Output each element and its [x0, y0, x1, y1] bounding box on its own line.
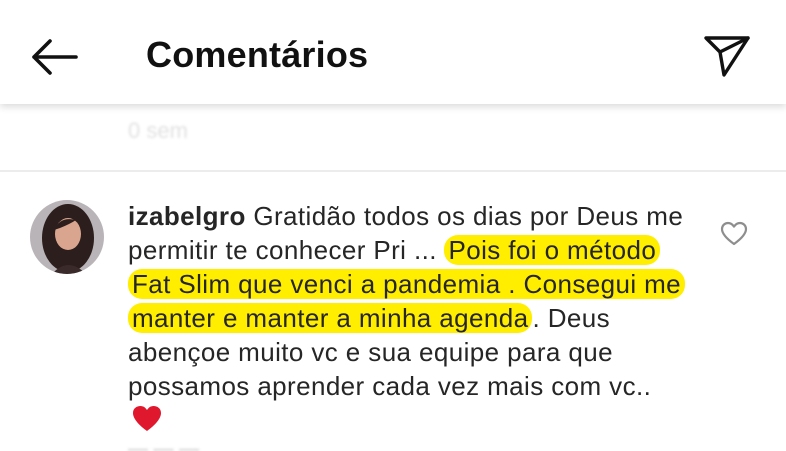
page-title: Comentários — [146, 34, 369, 75]
heart-outline-icon — [720, 221, 748, 247]
share-button[interactable] — [700, 30, 754, 80]
comment-meta-row: — — — — [128, 438, 200, 451]
comment-body: izabelgro Gratidão todos os dias por Deu… — [128, 199, 688, 441]
paper-plane-icon — [700, 30, 754, 80]
divider — [0, 170, 786, 172]
arrow-left-icon — [26, 32, 82, 82]
red-heart-emoji — [132, 405, 162, 441]
like-comment-button[interactable] — [720, 221, 748, 247]
top-bar: Comentários — [0, 0, 786, 104]
avatar[interactable] — [30, 200, 104, 274]
previous-comment-fragment: 0 sem — [128, 118, 188, 143]
comment-username[interactable]: izabelgro — [128, 201, 246, 231]
back-button[interactable] — [26, 32, 82, 82]
comments-screen: Comentários 0 sem izabelgro Gratidão tod… — [0, 0, 786, 451]
